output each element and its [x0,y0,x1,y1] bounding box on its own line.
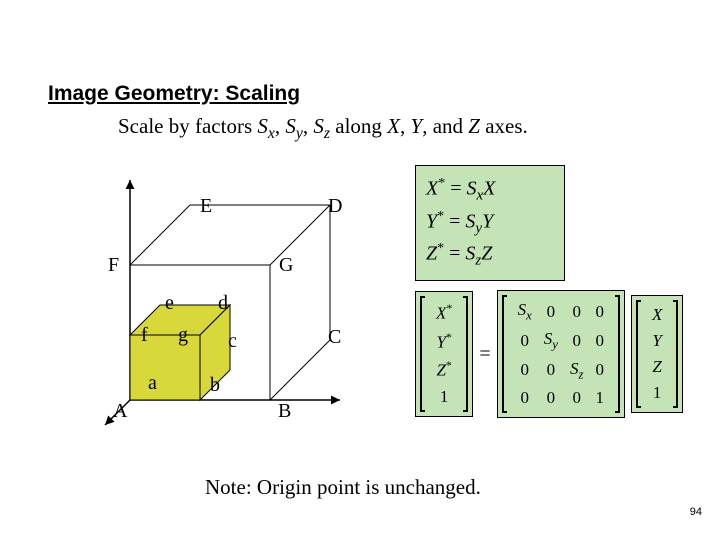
lbl-G: G [279,254,293,277]
matrix-scale: Sx000 0Sy00 00Sz0 0001 [497,290,625,418]
eq-y-eq: = [444,210,465,232]
lbl-e: e [165,292,174,315]
sy: S [285,114,296,138]
m-21: 0 [512,326,538,355]
m-lhs-y: Y [436,332,445,351]
sep1: , [275,114,286,138]
eq-y: Y* = SyY [426,209,554,238]
m-31: 0 [512,356,538,385]
lbl-F: F [108,254,119,277]
m-44: 1 [589,385,610,411]
m-lhs-y-s: * [446,330,452,344]
eq-x: X* = SxX [426,176,554,205]
m-rhs-z: Z [652,357,661,376]
m-41: 0 [512,385,538,411]
footnote: Note: Origin point is unchanged. [205,475,481,500]
page-number: 94 [690,506,702,518]
eq-z-s: S [465,243,475,265]
scalar-equations: X* = SxX Y* = SyY Z* = SzZ [415,165,565,281]
m-23: 0 [564,326,589,355]
ax-x: X [387,114,400,138]
m-lhs-x: X [436,304,446,323]
lbl-D: D [328,195,342,218]
mid: along [330,114,387,138]
m-rhs-x: X [652,305,662,324]
m-32: 0 [538,356,564,385]
lbl-A: A [113,400,127,423]
eq-z-rhs: Z [481,243,492,265]
lbl-B: B [278,400,291,423]
m-sy-sub: y [552,338,558,352]
eq-y-rhs: Y [482,210,493,232]
m-34: 0 [589,356,610,385]
eq-y-lhs: Y [426,210,437,232]
sep2: , [303,114,314,138]
eq-z-lhs: Z [426,243,437,265]
matrix-rhs: X Y Z 1 [631,295,683,413]
sz: S [313,114,324,138]
post: axes. [480,114,528,138]
m-rhs-1: 1 [646,380,668,406]
m-12: 0 [538,297,564,326]
m-sx: S [518,300,527,319]
ax-z: Z [468,114,480,138]
eq-x-eq: = [445,178,466,200]
eq-x-s: S [467,178,477,200]
m-13: 0 [564,297,589,326]
c1: , [400,114,411,138]
m-lhs-z: Z [436,361,445,380]
m-rhs-y: Y [652,331,661,350]
matrix-lhs: X* Y* Z* 1 [415,291,473,417]
lbl-f: f [141,324,148,347]
lbl-a: a [148,372,157,395]
page-title: Image Geometry: Scaling [48,82,300,106]
cube-diagram [100,170,360,430]
sx-sub: x [268,125,275,142]
ax-y: Y [411,114,423,138]
subtitle: Scale by factors Sx, Sy, Sz along X, Y, … [118,114,528,143]
m-sz-sub: z [578,367,583,381]
m-lhs-1: 1 [430,384,458,410]
eq-z-eq: = [444,243,465,265]
sx: S [257,114,268,138]
eq-x-rhs: X [483,178,495,200]
m-43: 0 [564,385,589,411]
lbl-d: d [218,292,228,315]
m-lhs-x-s: * [446,301,452,315]
matrix-equation: X* Y* Z* 1 = Sx000 0Sy00 00Sz0 0001 X Y … [415,290,683,418]
lbl-b: b [210,374,220,397]
lbl-g: g [178,324,188,347]
lbl-C: C [328,326,341,349]
lbl-E: E [200,195,212,218]
m-14: 0 [589,297,610,326]
m-sx-sub: x [526,308,532,322]
lbl-c: c [228,330,237,353]
matrix-eq-sign: = [479,343,490,366]
eq-z: Z* = SzZ [426,241,554,270]
m-24: 0 [589,326,610,355]
eq-y-s: S [465,210,475,232]
m-lhs-z-s: * [446,358,452,372]
subtitle-pre: Scale by factors [118,114,257,138]
eq-x-lhs: X [426,178,438,200]
sy-sub: y [296,125,303,142]
m-42: 0 [538,385,564,411]
c2: , and [422,114,468,138]
